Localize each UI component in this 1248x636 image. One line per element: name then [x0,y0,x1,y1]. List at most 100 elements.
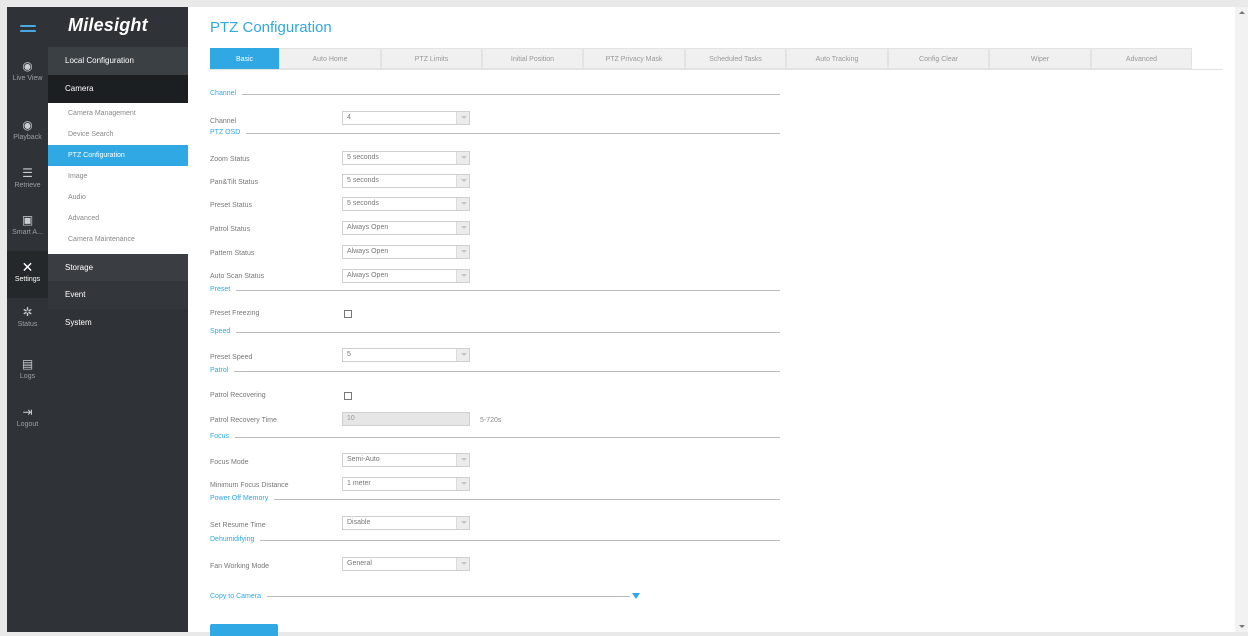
patrol-recovering-checkbox[interactable] [344,392,352,400]
section-divider [210,94,780,95]
patrol-recovery-time-label: Patrol Recovery Time [210,417,277,424]
preset-freezing-checkbox[interactable] [344,310,352,318]
nav-live-view[interactable]: ◉ Live View [7,59,48,83]
tab-wiper[interactable]: Wiper [989,48,1091,69]
tab-advanced[interactable]: Advanced [1091,48,1192,69]
patrol-status-select[interactable]: Always Open [342,221,470,235]
page-scrollbar[interactable] [1235,7,1248,632]
zoom-status-value: 5 seconds [347,154,379,161]
chevron-down-icon [456,198,469,210]
submenu-audio[interactable]: Audio [48,187,188,208]
menu-toggle[interactable] [7,7,48,53]
tab-scheduled-tasks[interactable]: Scheduled Tasks [685,48,786,69]
submenu-ptz-configuration[interactable]: PTZ Configuration [48,145,188,166]
retrieve-icon: ☰ [22,166,33,180]
nav-status-label: Status [17,321,38,328]
tab-config-clear[interactable]: Config Clear [888,48,989,69]
nav-playback[interactable]: ◉ Playback [7,118,48,142]
smart-analysis-icon: ▣ [21,213,34,227]
tab-ptz-privacy-mask[interactable]: PTZ Privacy Mask [583,48,685,69]
resume-time-select[interactable]: Disable [342,516,470,530]
nav-live-view-label: Live View [12,75,43,82]
page-title: PTZ Configuration [210,19,332,36]
fan-mode-label: Fan Working Mode [210,563,270,570]
resume-time-value: Disable [347,519,371,526]
icon-sidebar: ◉ Live View ◉ Playback ☰ Retrieve ▣ Smar… [7,7,48,632]
nav-logout[interactable]: ⇥ Logout [7,405,48,429]
scroll-down-icon[interactable] [1239,625,1245,628]
tab-basic[interactable]: Basic [210,48,279,69]
pattern-status-label: Pattern Status [210,250,255,257]
section-power-off-memory: Power Off Memory [210,494,780,504]
nav-retrieve-label: Retrieve [14,182,41,189]
scroll-up-icon[interactable] [1239,11,1245,14]
nav-settings[interactable]: ✕ Settings [7,251,48,298]
channel-select[interactable]: 4 [342,111,470,125]
pattern-status-select[interactable]: Always Open [342,245,470,259]
copy-to-camera-label: Copy to Camera [210,591,267,602]
milesight-logo: Milesight [68,15,148,35]
submenu-camera-management[interactable]: Camera Management [48,103,188,124]
submenu-device-search[interactable]: Device Search [48,124,188,145]
nav-logs-label: Logs [19,373,36,380]
submenu-image[interactable]: Image [48,166,188,187]
min-focus-distance-select[interactable]: 1 meter [342,477,470,491]
patrol-recovery-time-input[interactable]: 10 [342,412,470,426]
menu-toggle-icon [20,25,36,35]
copy-divider [210,596,630,597]
chevron-down-icon [456,517,469,529]
section-channel-title: Channel [210,89,243,99]
preset-status-select[interactable]: 5 seconds [342,197,470,211]
resume-time-label: Set Resume Time [210,522,266,529]
fan-mode-select[interactable]: General [342,557,470,571]
chevron-down-icon [456,175,469,187]
settings-icon: ✕ [21,259,34,275]
nav-playback-label: Playback [13,134,42,141]
preset-speed-select[interactable]: 5 [342,348,470,362]
nav-status[interactable]: ✲ Status [7,305,48,329]
chevron-down-icon [456,349,469,361]
copy-to-camera-row[interactable]: Copy to Camera [210,591,640,603]
nav-logs[interactable]: ▤ Logs [7,357,48,381]
tab-ptz-limits[interactable]: PTZ Limits [381,48,482,69]
menu-local-configuration[interactable]: Local Configuration [48,47,188,75]
pantilt-status-select[interactable]: 5 seconds [342,174,470,188]
channel-value: 4 [347,114,351,121]
tab-auto-home[interactable]: Auto Home [279,48,381,69]
expand-arrow-icon[interactable] [632,593,640,599]
menu-event[interactable]: Event [48,281,188,309]
section-channel: Channel [210,89,780,99]
nav-retrieve[interactable]: ☰ Retrieve [7,166,48,190]
section-patrol: Patrol [210,366,780,376]
zoom-status-select[interactable]: 5 seconds [342,151,470,165]
tab-initial-position[interactable]: Initial Position [482,48,583,69]
channel-label: Channel [210,118,237,125]
autoscan-status-select[interactable]: Always Open [342,269,470,283]
submenu-camera-maintenance[interactable]: Camera Maintenance [48,229,188,250]
preset-status-label: Preset Status [210,202,253,209]
section-ptz-osd-title: PTZ OSD [210,128,247,138]
save-button[interactable] [210,624,278,636]
focus-mode-value: Semi-Auto [347,456,380,463]
preset-speed-label: Preset Speed [210,354,253,361]
main-panel: PTZ Configuration Basic Auto Home PTZ Li… [188,7,1235,636]
section-speed-title: Speed [210,327,237,337]
menu-camera[interactable]: Camera [48,75,188,103]
chevron-down-icon [456,152,469,164]
section-dehumidifying-title: Dehumidifying [210,535,261,545]
nav-smart-analysis[interactable]: ▣ Smart A... [7,213,48,237]
focus-mode-select[interactable]: Semi-Auto [342,453,470,467]
submenu-advanced[interactable]: Advanced [48,208,188,229]
patrol-recovery-time-hint: 5-720s [480,417,502,424]
zoom-status-label: Zoom Status [210,156,250,163]
menu-storage[interactable]: Storage [48,254,188,282]
nav-logout-label: Logout [16,421,39,428]
autoscan-status-label: Auto Scan Status [210,273,265,280]
fan-mode-value: General [347,560,372,567]
app-window: ◉ Live View ◉ Playback ☰ Retrieve ▣ Smar… [0,0,1248,636]
pantilt-status-value: 5 seconds [347,177,379,184]
focus-mode-label: Focus Mode [210,459,249,466]
menu-system[interactable]: System [48,309,188,337]
tab-auto-tracking[interactable]: Auto Tracking [786,48,888,69]
preset-freezing-label: Preset Freezing [210,310,260,317]
